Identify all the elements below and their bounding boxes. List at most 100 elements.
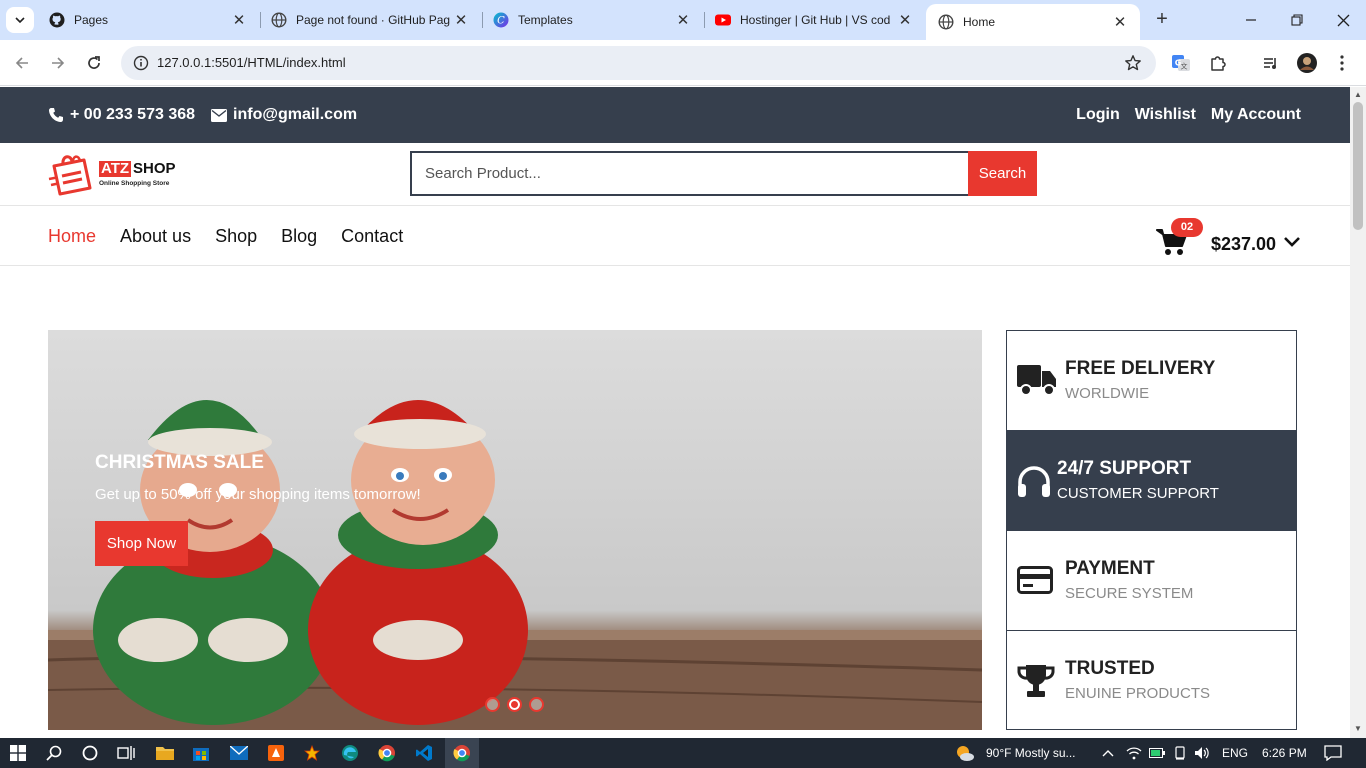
notifications-icon[interactable] bbox=[1323, 743, 1343, 763]
account-links: Login Wishlist My Account bbox=[1061, 106, 1301, 124]
browser-toolbar: 127.0.0.1:5501/HTML/index.html G文 bbox=[0, 40, 1366, 86]
phone-contact[interactable]: + 00 233 573 368 bbox=[48, 106, 195, 124]
close-icon[interactable]: ✕ bbox=[897, 11, 913, 29]
browser-tab[interactable]: C Templates ✕ bbox=[481, 0, 703, 40]
feature-subtitle: CUSTOMER SUPPORT bbox=[1057, 485, 1219, 502]
my-account-link[interactable]: My Account bbox=[1211, 106, 1301, 124]
shop-now-button[interactable]: Shop Now bbox=[95, 521, 188, 566]
close-icon[interactable]: ✕ bbox=[675, 11, 691, 29]
slider-dot-3[interactable] bbox=[529, 697, 544, 712]
site-header: ATZ SHOP Online Shopping Store Search bbox=[0, 143, 1350, 206]
file-explorer-icon[interactable] bbox=[155, 743, 175, 763]
nav-links: Home About us Shop Blog Contact bbox=[48, 226, 427, 247]
feature-title: TRUSTED bbox=[1065, 658, 1155, 679]
close-icon[interactable]: ✕ bbox=[453, 11, 469, 29]
nav-item-shop[interactable]: Shop bbox=[215, 226, 257, 247]
mail-icon[interactable] bbox=[229, 743, 249, 763]
chrome-menu-icon[interactable] bbox=[1331, 52, 1353, 74]
browser-tab[interactable]: Hostinger | Git Hub | VS cod ✕ bbox=[703, 0, 925, 40]
logo-shop: SHOP bbox=[133, 160, 176, 177]
extensions-puzzle-icon[interactable] bbox=[1207, 52, 1229, 74]
scrollbar-thumb[interactable] bbox=[1353, 102, 1363, 230]
scroll-up-arrow[interactable]: ▲ bbox=[1354, 90, 1362, 99]
site-top-bar: + 00 233 573 368 info@gmail.com Login Wi… bbox=[0, 87, 1350, 143]
svg-text:C: C bbox=[497, 16, 505, 27]
close-icon bbox=[1337, 14, 1349, 26]
reload-icon bbox=[88, 56, 100, 69]
language-indicator[interactable]: ENG bbox=[1222, 746, 1248, 760]
battery-icon[interactable] bbox=[1147, 743, 1167, 763]
browser-tab[interactable]: Pages ✕ bbox=[37, 0, 259, 40]
tab-title: Page not found · GitHub Pag bbox=[296, 13, 451, 27]
nav-item-contact[interactable]: Contact bbox=[341, 226, 403, 247]
scroll-down-arrow[interactable]: ▼ bbox=[1354, 724, 1362, 733]
star-app-icon[interactable] bbox=[302, 743, 322, 763]
feature-subtitle: WORLDWIE bbox=[1065, 385, 1150, 402]
logo-wordmark: ATZ SHOP bbox=[99, 160, 176, 177]
search-button[interactable]: Search bbox=[968, 151, 1037, 196]
cortana-icon[interactable] bbox=[80, 743, 100, 763]
back-button[interactable] bbox=[10, 51, 34, 75]
feature-support: 24/7 SUPPORT CUSTOMER SUPPORT bbox=[1007, 431, 1296, 531]
windows-start-icon[interactable] bbox=[8, 743, 28, 763]
address-bar[interactable]: 127.0.0.1:5501/HTML/index.html bbox=[121, 46, 1156, 80]
nav-item-home[interactable]: Home bbox=[48, 226, 96, 247]
tab-title: Hostinger | Git Hub | VS cod bbox=[740, 13, 891, 27]
globe-icon bbox=[938, 14, 954, 30]
search-input[interactable] bbox=[410, 151, 968, 196]
site-logo[interactable]: ATZ SHOP Online Shopping Store bbox=[48, 152, 183, 197]
main-navigation: Home About us Shop Blog Contact 02 $237.… bbox=[0, 206, 1350, 266]
features-panel: FREE DELIVERY WORLDWIE 24/7 SUPPORT CUST… bbox=[1006, 330, 1297, 730]
close-icon[interactable]: ✕ bbox=[1112, 13, 1128, 31]
search-icon[interactable] bbox=[44, 743, 64, 763]
page-scrollbar[interactable]: ▲ ▼ bbox=[1350, 87, 1366, 738]
task-view-icon[interactable] bbox=[116, 743, 136, 763]
chrome-icon[interactable] bbox=[377, 743, 397, 763]
profile-avatar[interactable] bbox=[1296, 52, 1318, 74]
reload-button[interactable] bbox=[82, 51, 106, 75]
feature-title: PAYMENT bbox=[1065, 558, 1155, 579]
device-icon[interactable] bbox=[1170, 743, 1190, 763]
chevron-up-icon[interactable] bbox=[1098, 743, 1118, 763]
chevron-down-icon bbox=[1284, 237, 1300, 247]
globe-icon bbox=[271, 12, 287, 28]
weather-icon[interactable] bbox=[955, 743, 975, 763]
browser-tab[interactable]: Page not found · GitHub Pag ✕ bbox=[259, 0, 481, 40]
feature-subtitle: SECURE SYSTEM bbox=[1065, 585, 1194, 602]
site-info-icon[interactable] bbox=[133, 55, 149, 71]
volume-icon[interactable] bbox=[1192, 743, 1212, 763]
media-control-icon[interactable] bbox=[1260, 52, 1282, 74]
new-tab-button[interactable]: + bbox=[1150, 8, 1174, 32]
slider-dots bbox=[485, 697, 551, 712]
microsoft-store-icon[interactable] bbox=[191, 743, 211, 763]
cart-widget[interactable]: 02 $237.00 bbox=[1156, 218, 1302, 255]
weather-text[interactable]: 90°F Mostly su... bbox=[986, 746, 1076, 760]
wishlist-link[interactable]: Wishlist bbox=[1135, 106, 1196, 124]
close-icon[interactable]: ✕ bbox=[231, 11, 247, 29]
wifi-icon[interactable] bbox=[1124, 743, 1144, 763]
minimize-button[interactable] bbox=[1239, 8, 1263, 32]
tab-search-button[interactable] bbox=[6, 7, 34, 33]
office-app-icon[interactable] bbox=[266, 743, 286, 763]
close-window-button[interactable] bbox=[1331, 8, 1355, 32]
chrome-active-icon[interactable] bbox=[452, 743, 472, 763]
vscode-icon[interactable] bbox=[414, 743, 434, 763]
slider-dot-1[interactable] bbox=[485, 697, 500, 712]
forward-button[interactable] bbox=[46, 51, 70, 75]
email-address: info@gmail.com bbox=[233, 106, 358, 123]
bookmark-star-icon[interactable] bbox=[1124, 54, 1142, 72]
nav-item-about-us[interactable]: About us bbox=[120, 226, 191, 247]
tab-title: Templates bbox=[518, 13, 573, 27]
nav-item-blog[interactable]: Blog bbox=[281, 226, 317, 247]
edge-browser-icon[interactable] bbox=[340, 743, 360, 763]
google-translate-icon[interactable]: G文 bbox=[1170, 52, 1192, 74]
chevron-down-icon bbox=[15, 17, 25, 24]
email-contact[interactable]: info@gmail.com bbox=[211, 106, 357, 124]
clock-time[interactable]: 6:26 PM bbox=[1262, 746, 1307, 760]
slider-dot-2[interactable] bbox=[507, 697, 522, 712]
browser-tab-active[interactable]: Home ✕ bbox=[926, 4, 1140, 40]
restore-button[interactable] bbox=[1285, 8, 1309, 32]
tab-title: Pages bbox=[74, 13, 109, 27]
webpage: + 00 233 573 368 info@gmail.com Login Wi… bbox=[0, 87, 1350, 738]
login-link[interactable]: Login bbox=[1076, 106, 1120, 124]
